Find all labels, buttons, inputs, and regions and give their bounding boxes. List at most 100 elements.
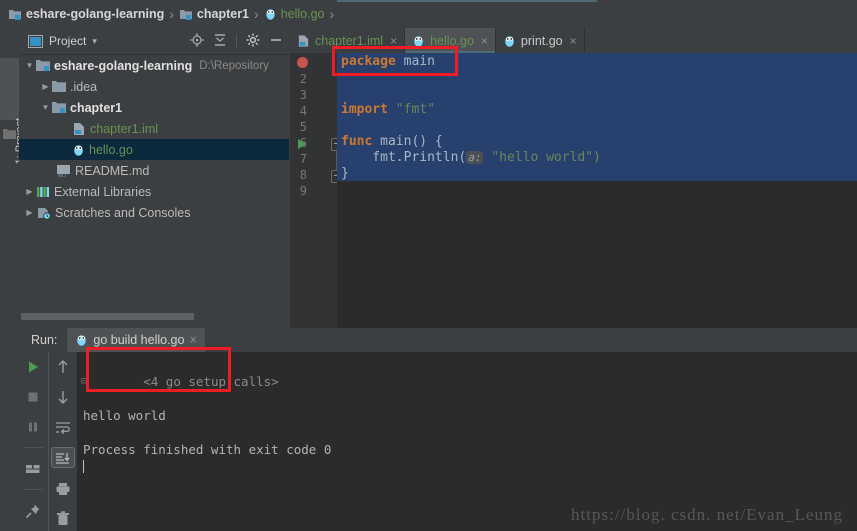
scratches-icon [38,207,51,220]
editor-gutter[interactable]: 1 2 3 4 5 6 7 8 9 [290,53,344,328]
tree-label: External Libraries [54,184,152,199]
scroll-to-end-button[interactable] [50,447,75,468]
tree-label: chapter1.iml [90,121,159,136]
code-line-7: fmt.Println(a: "hello world") [341,150,601,165]
run-gutter-icon[interactable] [298,139,306,149]
iml-file-icon [74,122,84,135]
close-icon[interactable]: × [189,333,196,347]
breadcrumb-separator: › [329,6,335,22]
tree-label: .idea [70,79,98,94]
layout-settings-button[interactable] [22,459,44,478]
scrollbar-thumb[interactable] [21,313,194,320]
locate-target-icon[interactable] [190,32,204,50]
code-line-1: package main [341,54,435,69]
tree-row-idea[interactable]: ▶ .idea [19,76,289,97]
rerun-button[interactable] [22,357,44,376]
pin-tab-button[interactable] [22,501,44,520]
console-line: hello world [83,408,166,423]
run-toolbar [19,352,77,531]
tool-window-tab-project[interactable]: 1: Project [0,58,26,164]
markdown-file-icon: MD [57,164,70,178]
tree-row-external-libraries[interactable]: ▶ External Libraries [19,181,289,202]
run-panel-header: Run: go build hello.go × [19,328,857,352]
tree-row-scratches[interactable]: ▶ Scratches and Consoles [19,202,289,223]
hide-panel-icon[interactable] [269,33,283,50]
editor-pane: chapter1.iml × hello.go × print.go × 2 3… [290,28,857,328]
expand-arrow-icon[interactable]: ▼ [39,103,52,112]
editor-tab-label: chapter1.iml [315,33,384,48]
breadcrumb-item-chapter1[interactable]: chapter1 [177,0,251,28]
breadcrumb-separator: › [169,6,174,22]
fold-marker-icon[interactable]: ⊟ [81,373,87,390]
close-icon[interactable]: × [570,34,577,48]
line-number: 3 [299,88,307,102]
editor-tab-chapter1-iml[interactable]: chapter1.iml × [290,28,406,53]
project-horizontal-scrollbar[interactable] [19,311,289,321]
goland-ide-window: eshare-golang-learning › chapter1 › hell… [0,0,857,531]
run-configuration-tab[interactable]: go build hello.go × [67,328,205,352]
clear-all-button[interactable] [52,509,74,528]
run-toolbar-right-column [47,352,78,531]
folder-icon[interactable] [3,128,16,143]
breadcrumb-label: hello.go [280,7,325,21]
pause-button[interactable] [22,417,44,436]
stop-button[interactable] [22,387,44,406]
line-number: 2 [299,72,307,86]
expand-arrow-icon[interactable]: ▶ [23,208,36,217]
collapse-all-icon[interactable] [213,33,227,50]
editor-tab-hello-go[interactable]: hello.go × [405,28,496,53]
print-button[interactable] [52,479,74,498]
console-caret-line [83,458,857,475]
expand-arrow-icon[interactable]: ▶ [39,82,52,91]
folder-icon [52,81,66,92]
left-tool-strip: 1: Project [0,28,26,328]
run-toolbar-left-column [19,352,48,531]
expand-arrow-icon[interactable]: ▶ [23,187,36,196]
settings-gear-icon[interactable] [246,33,260,50]
close-icon[interactable]: × [390,34,397,48]
up-arrow-button[interactable] [52,357,74,376]
breakpoint-icon[interactable] [297,57,308,68]
go-gopher-icon [265,9,275,20]
breadcrumb: eshare-golang-learning › chapter1 › hell… [0,0,857,28]
tree-row-readme[interactable]: MD README.md [19,160,289,181]
expand-arrow-icon[interactable]: ▼ [23,61,36,70]
tree-row-project-root[interactable]: ▼ eshare-golang-learning D:\Repository [19,55,289,76]
code-line-6: func main() { [341,134,443,149]
code-line-8: } [341,166,349,181]
parameter-hint: a: [466,151,484,164]
module-folder-icon [9,10,21,20]
tree-label: Scratches and Consoles [55,205,191,220]
toolbar-divider [23,489,44,490]
module-folder-icon [52,102,66,113]
toolbar-divider [236,34,237,48]
tree-row-chapter1[interactable]: ▼ chapter1 [19,97,289,118]
module-folder-icon [179,10,192,20]
breadcrumb-label: eshare-golang-learning [26,7,165,21]
tree-label: hello.go [89,142,133,157]
run-tab-label: go build hello.go [93,333,185,347]
text-caret [83,460,84,473]
editor-tab-label: print.go [520,33,563,48]
line-number: 9 [299,184,307,198]
code-area[interactable]: package main import "fmt" func main() { … [337,53,857,328]
soft-wrap-button[interactable] [52,417,74,436]
breadcrumb-item-project[interactable]: eshare-golang-learning [6,0,166,28]
editor-tab-print-go[interactable]: print.go × [495,28,585,53]
line-number: 5 [299,120,307,134]
go-gopher-icon [77,335,87,346]
chevron-down-icon[interactable]: ▾ [92,36,97,47]
tree-row-chapter1-iml[interactable]: chapter1.iml [19,118,289,139]
close-icon[interactable]: × [481,34,488,48]
project-panel-title: Project [49,34,87,48]
go-gopher-icon [505,35,514,47]
project-tree: ▼ eshare-golang-learning D:\Repository ▶… [19,55,289,304]
toolbar-divider [23,447,44,448]
down-arrow-button[interactable] [52,387,74,406]
breadcrumb-item-file[interactable]: hello.go [262,0,327,28]
project-view-icon [28,34,43,48]
line-number: 7 [299,152,307,166]
line-number: 8 [299,168,307,182]
tree-row-hello-go[interactable]: hello.go [19,139,289,160]
